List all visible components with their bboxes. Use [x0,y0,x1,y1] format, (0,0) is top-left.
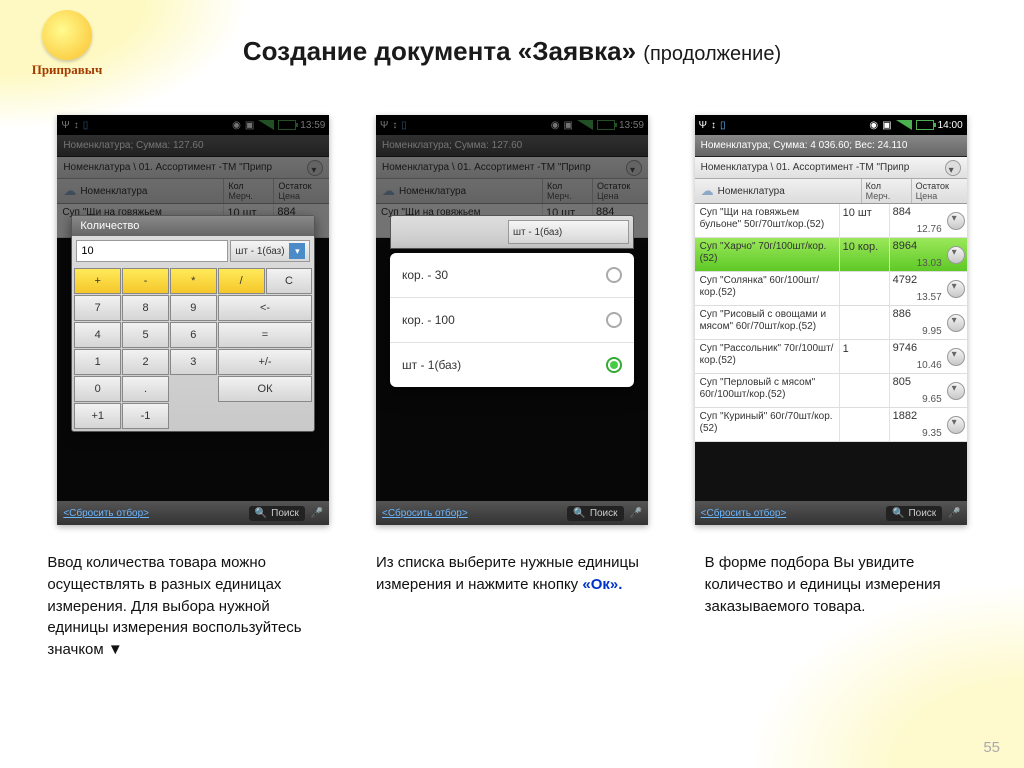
calc-minus[interactable]: - [122,268,169,294]
caption-1: Ввод количества товара можно осуществлят… [47,552,319,661]
reset-filter-link[interactable]: <Сбросить отбор> [382,508,468,519]
calc-plus1[interactable]: +1 [74,403,121,429]
calc-3[interactable]: 3 [170,349,217,375]
footer-bar: <Сбросить отбор> 🔍Поиск 🎤 [376,501,648,525]
unit-dialog: кор. - 30 кор. - 100 шт - 1(баз) [390,253,634,387]
radio-icon [606,312,622,328]
caption-2: Из списка выберите нужные единицы измере… [376,552,648,661]
table-row[interactable]: Суп "Куриный" 60г/70шт/кор.(52)18829.35 [695,408,967,442]
breadcrumb[interactable]: Номенклатура \ 01. Ассортимент -ТМ "Прип… [695,157,967,179]
phone-quantity-dialog: Ψ↕▯ ◉▣13:59 Номенклатура; Сумма: 127.60 … [57,115,329,525]
expand-icon[interactable] [947,382,965,400]
title-main: Создание документа «Заявка» [243,36,636,66]
calc-9[interactable]: 9 [170,295,217,321]
calc-clear[interactable]: C [266,268,313,294]
title-continuation: (продолжение) [643,43,781,65]
table-row[interactable]: Суп "Щи на говяжьем бульоне" 50г/70шт/ко… [695,204,967,238]
unit-option[interactable]: кор. - 30 [390,253,634,298]
footer-bar: <Сбросить отбор> 🔍Поиск 🎤 [57,501,329,525]
calc-div[interactable]: / [218,268,265,294]
calc-5[interactable]: 5 [122,322,169,348]
calc-8[interactable]: 8 [122,295,169,321]
dialog-title: Количество [72,216,314,236]
statusbar: Ψ↕▯ ◉▣14:00 [695,115,967,135]
calc-2[interactable]: 2 [122,349,169,375]
calc-7[interactable]: 7 [74,295,121,321]
page-title: Создание документа «Заявка» (продолжение… [0,36,1024,67]
quantity-dialog: Количество шт - 1(баз)▾ + - * / C 7 8 9 … [71,215,315,432]
calculator-keypad: + - * / C 7 8 9 <- 4 5 6 = 1 2 3 +/- 0 . [72,266,314,431]
calc-minus1[interactable]: -1 [122,403,169,429]
expand-icon[interactable] [947,314,965,332]
table-row[interactable]: Суп "Перловый с мясом" 60г/100шт/кор.(52… [695,374,967,408]
app-header: Номенклатура; Сумма: 4 036.60; Вес: 24.1… [695,135,967,157]
unit-select[interactable]: шт - 1(баз)▾ [230,240,310,262]
calc-back[interactable]: <- [218,295,313,321]
search-icon: 🔍 [255,508,267,519]
unit-select[interactable]: шт - 1(баз) [508,220,629,244]
calc-1[interactable]: 1 [74,349,121,375]
phone-result-list: Ψ↕▯ ◉▣14:00 Номенклатура; Сумма: 4 036.6… [695,115,967,525]
search-box[interactable]: 🔍Поиск [249,506,305,521]
calc-eq[interactable]: = [218,322,313,348]
radio-icon-selected [606,357,622,373]
dropdown-icon[interactable]: ▾ [289,243,305,259]
reset-filter-link[interactable]: <Сбросить отбор> [701,508,787,519]
expand-icon[interactable] [947,212,965,230]
mic-icon[interactable]: 🎤 [948,508,960,519]
mic-icon[interactable]: 🎤 [311,508,323,519]
expand-icon[interactable] [947,246,965,264]
unit-option[interactable]: шт - 1(баз) [390,343,634,387]
radio-icon [606,267,622,283]
calc-4[interactable]: 4 [74,322,121,348]
search-box[interactable]: 🔍Поиск [886,506,942,521]
calc-plus[interactable]: + [74,268,121,294]
phone-unit-list: Ψ↕▯ ◉▣13:59 Номенклатура; Сумма: 127.60 … [376,115,648,525]
quantity-input[interactable] [76,240,228,262]
footer-bar: <Сбросить отбор> 🔍Поиск 🎤 [695,501,967,525]
table-header: ☁Номенклатура КолМерч. ОстатокЦена [695,179,967,204]
table-row[interactable]: Суп "Харчо" 70г/100шт/кор.(52)10 кор.896… [695,238,967,272]
table-row[interactable]: Суп "Рассольник" 70г/100шт/кор.(52)19746… [695,340,967,374]
page-number: 55 [983,739,1000,756]
calc-ok[interactable]: ОК [218,376,313,402]
calc-0[interactable]: 0 [74,376,121,402]
table-row[interactable]: Суп "Рисовый с овощами и мясом" 60г/70шт… [695,306,967,340]
table-row[interactable]: Суп "Солянка" 60г/100шт/кор.(52)479213.5… [695,272,967,306]
expand-icon[interactable] [947,348,965,366]
calc-6[interactable]: 6 [170,322,217,348]
mic-icon[interactable]: 🎤 [630,508,642,519]
reset-filter-link[interactable]: <Сбросить отбор> [63,508,149,519]
unit-option[interactable]: кор. - 100 [390,298,634,343]
search-box[interactable]: 🔍Поиск [567,506,623,521]
calc-mul[interactable]: * [170,268,217,294]
clock: 14:00 [938,120,963,131]
calc-sign[interactable]: +/- [218,349,313,375]
caption-3: В форме подбора Вы увидите количество и … [705,552,977,661]
chevron-down-icon[interactable] [945,160,961,176]
expand-icon[interactable] [947,416,965,434]
calc-dot[interactable]: . [122,376,169,402]
expand-icon[interactable] [947,280,965,298]
